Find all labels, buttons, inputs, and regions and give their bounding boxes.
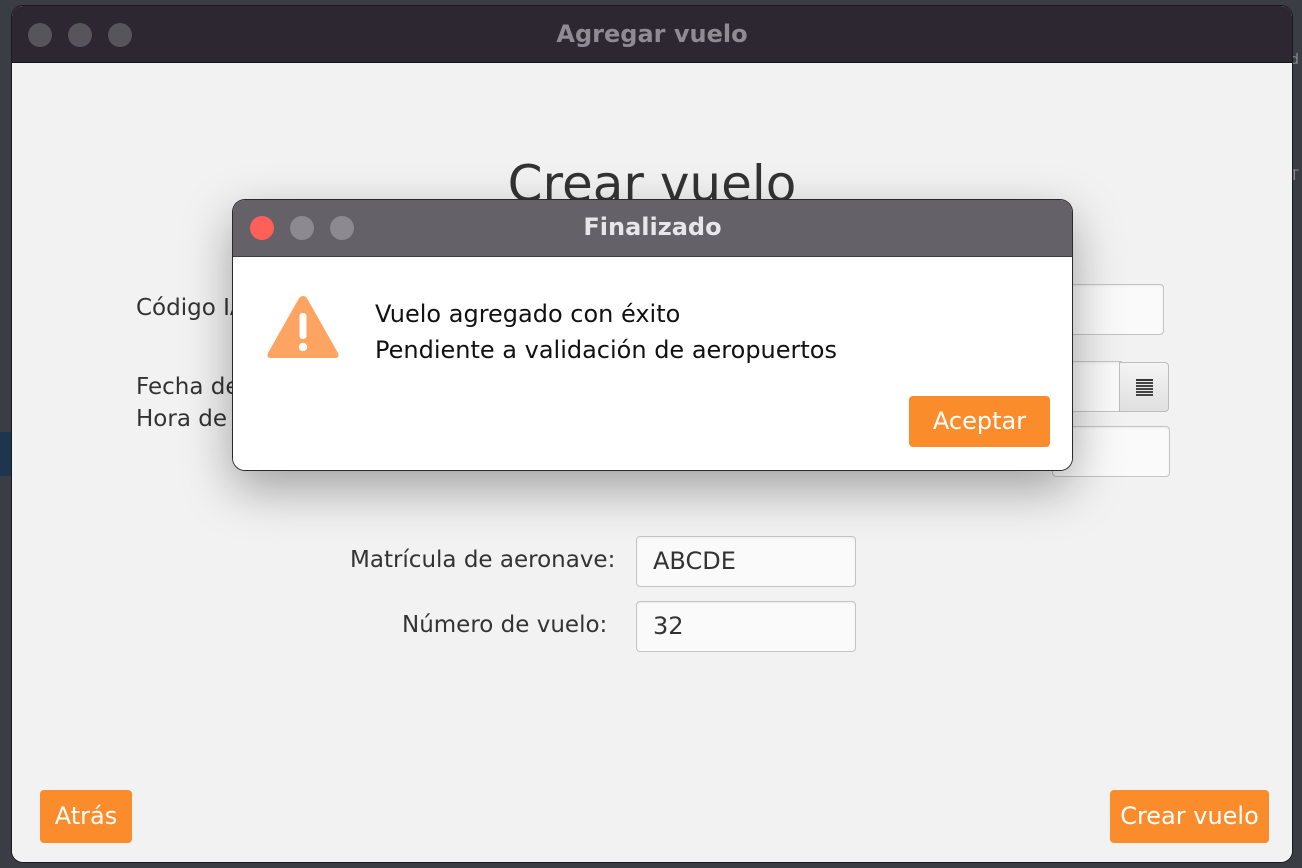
fecha-label: Fecha de: [136, 374, 240, 400]
accept-button[interactable]: Aceptar: [909, 396, 1050, 447]
date-picker-button[interactable]: [1119, 362, 1169, 412]
dialog-message-line-2: Pendiente a validación de aeropuertos: [375, 336, 837, 364]
create-flight-button[interactable]: Crear vuelo: [1110, 790, 1269, 843]
back-button[interactable]: Atrás: [40, 790, 132, 843]
numero-vuelo-label: Número de vuelo:: [402, 612, 608, 638]
confirmation-dialog: Finalizado Vuelo agregado con éxito Pend…: [233, 200, 1072, 470]
numero-vuelo-input[interactable]: 32: [636, 601, 856, 652]
dialog-titlebar: Finalizado: [233, 200, 1072, 257]
main-titlebar: Agregar vuelo: [12, 6, 1292, 63]
codigo-iata-label: Código IA: [136, 295, 246, 321]
warning-icon: [267, 296, 339, 358]
dialog-message-line-1: Vuelo agregado con éxito: [375, 300, 681, 328]
matricula-label: Matrícula de aeronave:: [350, 547, 616, 573]
calendar-icon: [1135, 378, 1153, 396]
desktop-background-strip: [0, 432, 12, 476]
hora-label: Hora de p: [136, 406, 249, 432]
matricula-input[interactable]: ABCDE: [636, 536, 856, 587]
window-title: Agregar vuelo: [556, 20, 748, 48]
dialog-body: Vuelo agregado con éxito Pendiente a val…: [233, 257, 1072, 470]
dialog-title: Finalizado: [583, 213, 722, 241]
